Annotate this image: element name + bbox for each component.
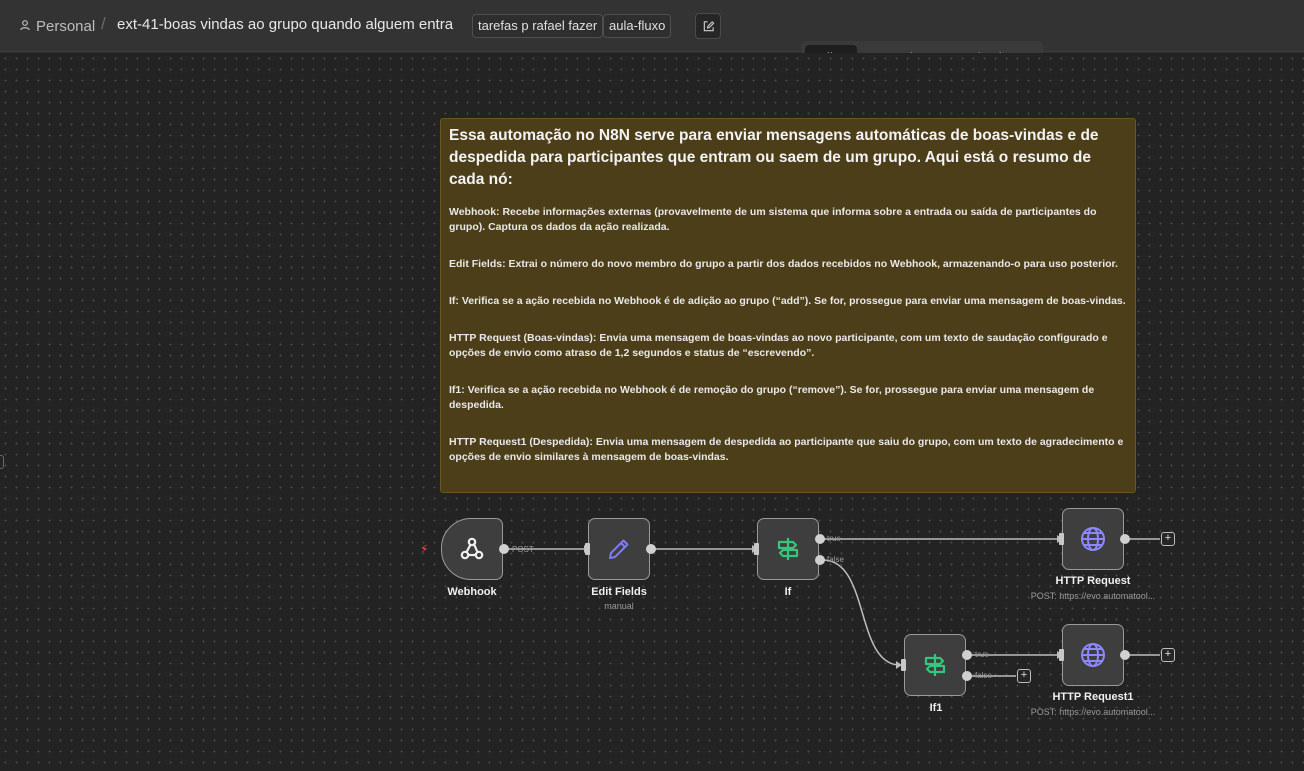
if1-false-handle[interactable] <box>962 671 972 681</box>
http-request-output-handle[interactable] <box>1120 534 1130 544</box>
project-name: Personal <box>36 17 96 35</box>
if1-false-label: false <box>975 671 992 680</box>
http-request-input-handle[interactable] <box>1059 533 1064 545</box>
edit-fields-input-handle[interactable] <box>585 543 590 555</box>
http-request1-input-handle[interactable] <box>1059 649 1064 661</box>
if-false-handle[interactable] <box>815 555 825 565</box>
workflow-title[interactable]: ext-41-boas vindas ao grupo quando algue… <box>117 16 453 33</box>
node-label-http-request: HTTP Request <box>1055 575 1131 587</box>
if-input-handle[interactable] <box>754 543 759 555</box>
node-http-request1[interactable] <box>1062 624 1124 686</box>
node-label-if1: If1 <box>929 702 943 714</box>
if1-true-label: true <box>975 650 989 659</box>
if-false-label: false <box>827 555 844 564</box>
tag-aula-fluxo[interactable]: aula-fluxo <box>603 14 672 38</box>
user-icon <box>19 18 31 35</box>
if-true-label: true <box>827 534 841 543</box>
edit-fields-output-handle[interactable] <box>646 544 656 554</box>
webhook-output-handle[interactable] <box>499 544 509 554</box>
globe-icon <box>1078 524 1108 554</box>
globe-icon <box>1078 640 1108 670</box>
trigger-bolt-icon: ⚡ <box>420 542 429 556</box>
edit-tags-button[interactable] <box>695 13 721 39</box>
breadcrumb-separator: / <box>101 14 106 33</box>
if-true-handle[interactable] <box>815 534 825 544</box>
node-subtitle-http-request1: POST: https://evo.automatool... <box>1030 707 1156 717</box>
pencil-icon <box>604 534 634 564</box>
webhook-post-label: POST <box>512 545 534 554</box>
edit-icon <box>702 20 715 33</box>
signpost-icon <box>773 534 803 564</box>
node-label-edit-fields: Edit Fields <box>591 586 647 598</box>
http-request-add-node-button[interactable]: + <box>1161 532 1175 546</box>
node-subtitle-http-request: POST: https://evo.automatool... <box>1030 591 1156 601</box>
if1-input-handle[interactable] <box>901 659 906 671</box>
http-request1-output-handle[interactable] <box>1120 650 1130 660</box>
if1-false-add-node-button[interactable]: + <box>1017 669 1031 683</box>
http-request1-add-node-button[interactable]: + <box>1161 648 1175 662</box>
tag-tarefas[interactable]: tarefas p rafael fazer <box>472 14 604 38</box>
workflow-canvas[interactable]: Essa automação no N8N serve para enviar … <box>0 53 1304 771</box>
workflow-header: Personal / ext-41-boas vindas ao grupo q… <box>0 0 1304 52</box>
node-http-request[interactable] <box>1062 508 1124 570</box>
node-label-if: If <box>784 586 792 598</box>
connection-if-if1 <box>822 559 901 666</box>
breadcrumb-personal[interactable]: Personal <box>19 16 95 36</box>
node-label-webhook: Webhook <box>447 586 497 598</box>
node-if[interactable] <box>757 518 819 580</box>
node-if1[interactable] <box>904 634 966 696</box>
if1-true-handle[interactable] <box>962 650 972 660</box>
webhook-icon <box>457 534 487 564</box>
node-edit-fields[interactable] <box>588 518 650 580</box>
node-label-http-request1: HTTP Request1 <box>1052 691 1134 703</box>
node-subtitle-edit-fields: manual <box>604 601 634 611</box>
node-webhook[interactable] <box>441 518 503 580</box>
signpost-icon <box>920 650 950 680</box>
